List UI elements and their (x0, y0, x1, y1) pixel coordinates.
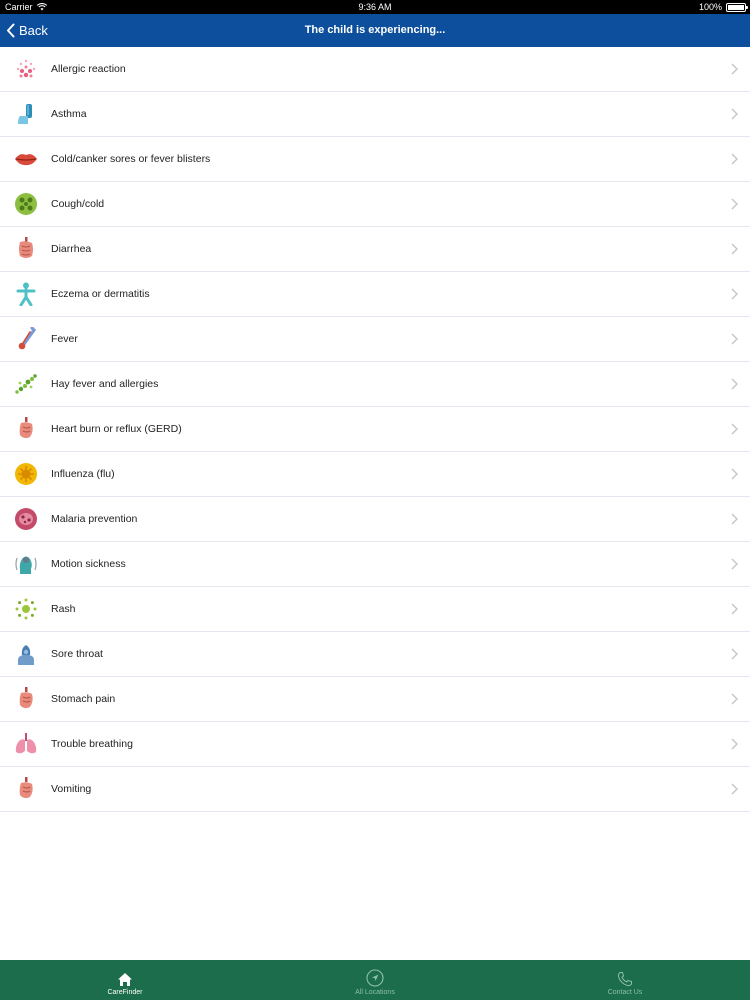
navigation-bar: Back The child is experiencing... (0, 14, 750, 47)
list-item-label: Cold/canker sores or fever blisters (51, 153, 211, 165)
stomach-icon (14, 777, 38, 801)
tab-all-locations[interactable]: All Locations (250, 960, 500, 1000)
lips-icon (14, 147, 38, 171)
thermometer-icon (14, 327, 38, 351)
list-item-label: Influenza (flu) (51, 468, 115, 480)
list-item[interactable]: Asthma (0, 92, 750, 137)
chevron-right-icon (731, 333, 738, 345)
list-item-label: Cough/cold (51, 198, 105, 210)
tab-contact-us[interactable]: Contact Us (500, 960, 750, 1000)
list-item-label: Sore throat (51, 648, 103, 660)
list-item[interactable]: Allergic reaction (0, 47, 750, 92)
list-item[interactable]: Cough/cold (0, 182, 750, 227)
stomach-icon (14, 687, 38, 711)
virus-icon (14, 192, 38, 216)
chevron-right-icon (731, 198, 738, 210)
list-item-label: Motion sickness (51, 558, 126, 570)
list-item[interactable]: Malaria prevention (0, 497, 750, 542)
rash-icon (14, 597, 38, 621)
chevron-right-icon (731, 423, 738, 435)
tab-label: All Locations (355, 989, 395, 996)
tab-label: CareFinder (107, 989, 143, 996)
battery-icon (726, 2, 748, 12)
list-item[interactable]: Trouble breathing (0, 722, 750, 767)
list-item[interactable]: Heart burn or reflux (GERD) (0, 407, 750, 452)
list-item[interactable]: Rash (0, 587, 750, 632)
chevron-right-icon (731, 108, 738, 120)
list-item-label: Allergic reaction (51, 63, 126, 75)
list-item[interactable]: Sore throat (0, 632, 750, 677)
chevron-right-icon (731, 243, 738, 255)
chevron-right-icon (731, 693, 738, 705)
list-item-label: Rash (51, 603, 76, 615)
chevron-right-icon (731, 648, 738, 660)
chevron-right-icon (731, 153, 738, 165)
tab-carefinder[interactable]: CareFinder (0, 960, 250, 1000)
tab-bar: CareFinder All Locations Contact Us (0, 960, 750, 1000)
status-time: 9:36 AM (358, 2, 392, 12)
chevron-right-icon (731, 513, 738, 525)
page-title: The child is experiencing... (304, 24, 446, 36)
chevron-right-icon (731, 558, 738, 570)
list-item[interactable]: Cold/canker sores or fever blisters (0, 137, 750, 182)
home-icon (118, 973, 132, 986)
chevron-right-icon (731, 378, 738, 390)
list-item[interactable]: Stomach pain (0, 677, 750, 722)
allergic-reaction-icon (14, 57, 38, 81)
list-item[interactable]: Hay fever and allergies (0, 362, 750, 407)
chevron-right-icon (731, 738, 738, 750)
status-bar: Carrier 9:36 AM 100% (0, 0, 750, 14)
list-item-label: Stomach pain (51, 693, 116, 705)
throat-icon (14, 642, 38, 666)
list-item-label: Asthma (51, 108, 87, 120)
status-right: 100% (698, 2, 748, 12)
flu-virus-icon (14, 462, 38, 486)
list-item[interactable]: Motion sickness (0, 542, 750, 587)
list-item[interactable]: Diarrhea (0, 227, 750, 272)
location-arrow-icon (366, 969, 384, 987)
battery-percent: 100% (698, 2, 722, 12)
pollen-icon (14, 372, 38, 396)
head-icon (14, 552, 38, 576)
intestine-icon (14, 237, 38, 261)
tab-label: Contact Us (607, 989, 643, 996)
list-item-label: Vomiting (51, 783, 92, 795)
list-item-label: Heart burn or reflux (GERD) (51, 423, 182, 435)
chevron-right-icon (731, 603, 738, 615)
chevron-right-icon (731, 288, 738, 300)
lungs-icon (14, 732, 38, 756)
list-item[interactable]: Fever (0, 317, 750, 362)
list-item-label: Diarrhea (51, 243, 92, 255)
phone-icon (617, 972, 632, 987)
list-item-label: Eczema or dermatitis (51, 288, 150, 300)
list-item[interactable]: Influenza (flu) (0, 452, 750, 497)
chevron-right-icon (731, 783, 738, 795)
mosquito-cell-icon (14, 507, 38, 531)
list-item-label: Trouble breathing (51, 738, 133, 750)
list-item-label: Malaria prevention (51, 513, 138, 525)
chevron-right-icon (731, 468, 738, 480)
list-item-label: Hay fever and allergies (51, 378, 159, 390)
list-item-label: Fever (51, 333, 78, 345)
stomach-icon (14, 417, 38, 441)
list-item[interactable]: Eczema or dermatitis (0, 272, 750, 317)
body-icon (14, 282, 38, 306)
inhaler-icon (14, 102, 38, 126)
list-item[interactable]: Vomiting (0, 767, 750, 812)
chevron-right-icon (731, 63, 738, 75)
symptom-list: Allergic reaction Asthma Cold/canker sor… (0, 47, 750, 812)
